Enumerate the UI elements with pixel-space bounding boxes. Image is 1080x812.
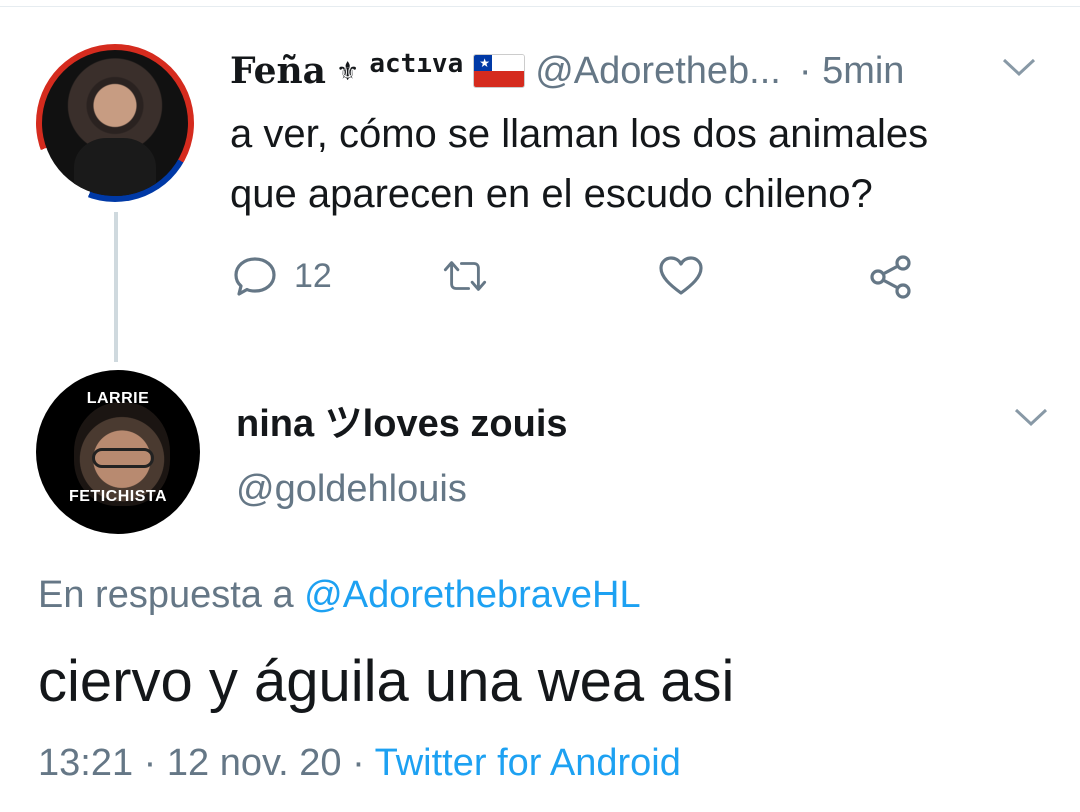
tweet1-badge-text: actıva xyxy=(369,49,464,79)
reply-icon xyxy=(234,257,276,296)
tweet2-source-link[interactable]: Twitter for Android xyxy=(375,742,681,784)
retweet-button[interactable] xyxy=(440,248,490,304)
avatar-glasses xyxy=(92,448,154,468)
tweet1-action-bar: 12 xyxy=(230,248,950,304)
reply-count: 12 xyxy=(294,256,332,295)
top-divider xyxy=(0,6,1080,7)
reply-prefix: En respuesta a xyxy=(38,574,294,616)
like-button[interactable] xyxy=(656,248,706,304)
tweet1-display-name[interactable]: Feña xyxy=(230,50,326,92)
like-icon xyxy=(659,256,703,295)
share-button[interactable] xyxy=(866,248,916,304)
tweet2-time: 13:21 xyxy=(38,742,134,784)
chile-flag-icon: ★ xyxy=(473,54,526,88)
tweet1-text: a ver, cómo se llaman los dos animales q… xyxy=(230,104,1030,224)
chevron-down-icon[interactable] xyxy=(1000,52,1038,82)
tweet1-separator: · xyxy=(798,49,812,92)
tweet2-meta: 13:21 · 12 nov. 20 · Twitter for Android xyxy=(38,742,681,785)
avatar-goldehlouis[interactable]: LARRIE FETICHISTA xyxy=(36,370,200,534)
tweet1-timestamp: · 5min xyxy=(799,50,905,93)
tweet1-text-line2: que aparecen en el escudo chileno? xyxy=(230,172,873,216)
tweet2-display-name[interactable]: nina ツloves zouis xyxy=(236,392,568,447)
avatar-adorethebrave[interactable] xyxy=(36,44,194,202)
reply-button[interactable]: 12 xyxy=(230,248,332,304)
chevron-down-icon[interactable] xyxy=(1012,402,1050,432)
tweet2-date: 12 nov. 20 xyxy=(166,742,342,784)
reply-mention-link[interactable]: @AdorethebraveHL xyxy=(304,574,640,616)
avatar-top-label: LARRIE xyxy=(86,390,150,407)
ornament-icon: ⚜ xyxy=(336,55,360,86)
tweet2-handle[interactable]: @goldehlouis xyxy=(236,468,467,511)
retweet-icon xyxy=(443,261,487,291)
avatar-bottom-label: FETICHISTA xyxy=(68,488,168,505)
tweet1-handle[interactable]: @Adoretheb... xyxy=(535,50,781,93)
share-icon xyxy=(870,255,911,299)
tweet1-text-line1: a ver, cómo se llaman los dos animales xyxy=(230,112,929,156)
tweet1-header: Feña ⚜ actıva ★ @Adoretheb... · 5min xyxy=(230,48,904,94)
tweet1-time[interactable]: 5min xyxy=(822,50,904,92)
reply-context: En respuesta a @AdorethebraveHL xyxy=(38,574,641,617)
meta-separator: · xyxy=(143,742,157,784)
meta-separator: · xyxy=(352,742,365,784)
thread-line xyxy=(114,212,118,362)
tweet2-text: ciervo y águila una wea asi xyxy=(38,649,735,714)
